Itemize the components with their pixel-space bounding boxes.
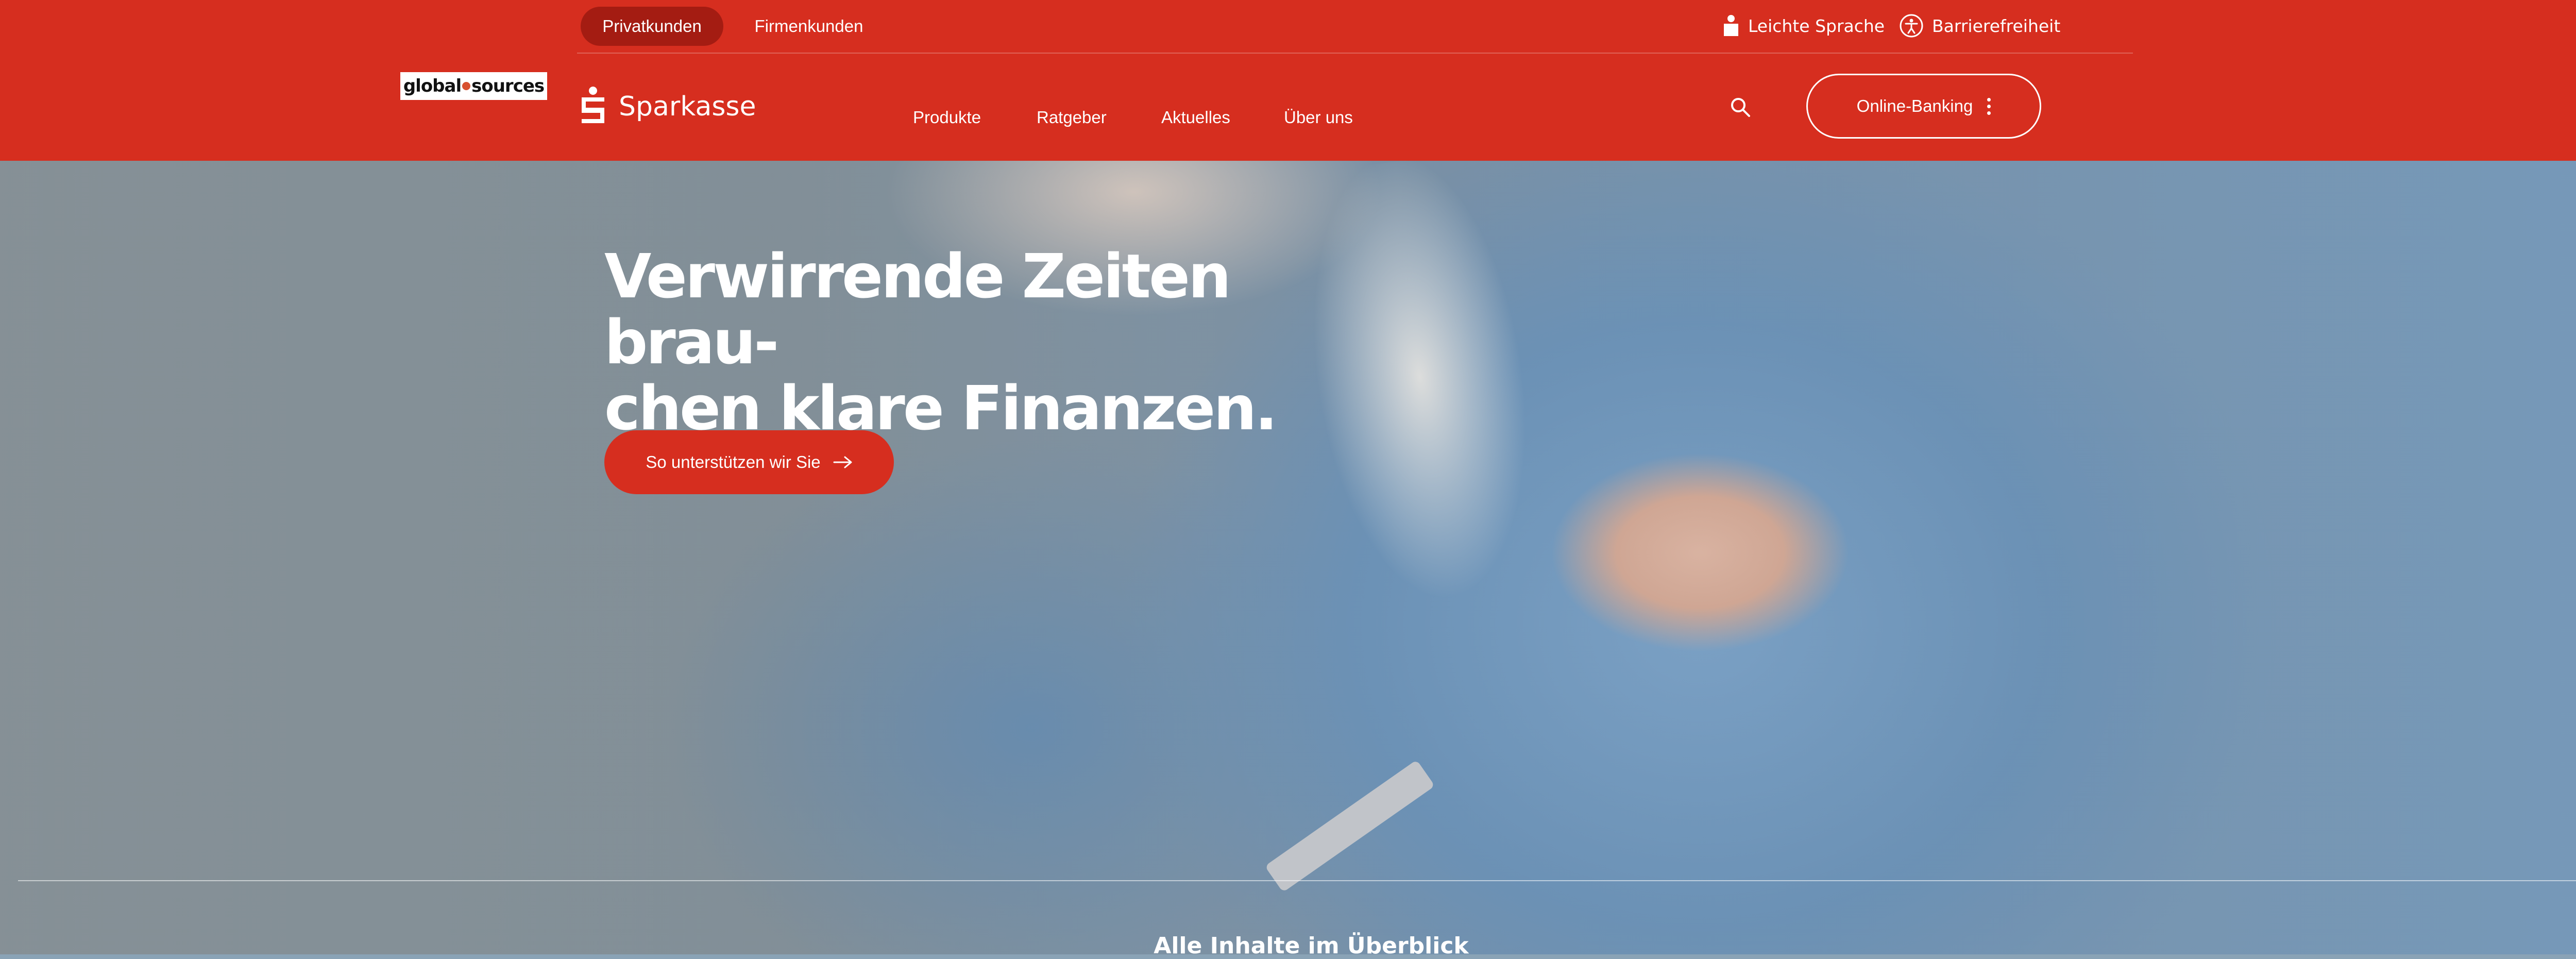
hero-headline-line-1: Verwirrende Zeiten brau-	[604, 241, 1231, 378]
sparkasse-logo[interactable]: Sparkasse	[579, 83, 756, 130]
kebab-menu-icon	[1987, 97, 1991, 115]
support-cta-button[interactable]: So unterstützen wir Sie	[604, 430, 894, 494]
leichte-sprache-icon	[1724, 15, 1738, 36]
search-icon	[1731, 98, 1750, 117]
arrow-right-icon	[833, 456, 852, 468]
barrierefreiheit-link[interactable]: Barrierefreiheit	[1899, 11, 2060, 40]
nav-ratgeber[interactable]: Ratgeber	[1037, 103, 1107, 132]
support-cta-label: So unterstützen wir Sie	[646, 452, 821, 472]
search-button[interactable]	[1726, 93, 1755, 122]
header-divider	[577, 53, 2133, 54]
nav-aktuelles[interactable]: Aktuelles	[1161, 103, 1230, 132]
segment-privatkunden-label: Privatkunden	[602, 16, 702, 36]
nav-produkte[interactable]: Produkte	[913, 103, 981, 132]
nav-produkte-label: Produkte	[913, 108, 981, 127]
segment-firmenkunden-label: Firmenkunden	[754, 16, 863, 36]
hero-headline: Verwirrende Zeiten brau- chen klare Fina…	[604, 243, 1326, 441]
nav-ueber-uns[interactable]: Über uns	[1284, 103, 1353, 132]
global-sources-logo: global sources	[400, 72, 547, 100]
overview-heading: Alle Inhalte im Überblick	[1154, 933, 1469, 959]
nav-ueber-uns-label: Über uns	[1284, 108, 1353, 127]
online-banking-button[interactable]: Online-Banking	[1806, 74, 2041, 139]
sparkasse-s-icon	[582, 87, 604, 123]
global-sources-logo-right: sources	[471, 76, 545, 96]
global-sources-logo-left: global	[403, 76, 462, 96]
segment-privatkunden[interactable]: Privatkunden	[581, 7, 723, 46]
segment-firmenkunden[interactable]: Firmenkunden	[737, 7, 881, 46]
accessibility-icon	[1900, 14, 1923, 38]
section-divider	[18, 880, 2576, 881]
barrierefreiheit-label: Barrierefreiheit	[1932, 15, 2061, 36]
nav-aktuelles-label: Aktuelles	[1161, 108, 1230, 127]
nav-ratgeber-label: Ratgeber	[1037, 108, 1107, 127]
leichte-sprache-link[interactable]: Leichte Sprache	[1722, 11, 1885, 40]
global-sources-dot	[462, 82, 471, 90]
site-header: Privatkunden Firmenkunden Leichte Sprach…	[0, 0, 2576, 161]
leichte-sprache-label: Leichte Sprache	[1748, 15, 1885, 36]
online-banking-label: Online-Banking	[1856, 96, 1973, 115]
sparkasse-wordmark: Sparkasse	[619, 91, 756, 122]
